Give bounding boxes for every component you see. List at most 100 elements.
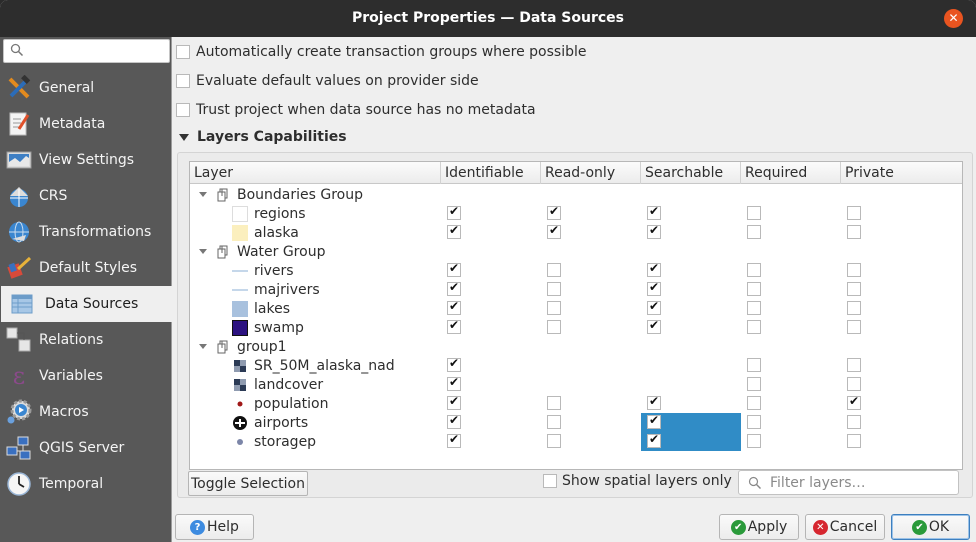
table-row[interactable]: storagep	[190, 431, 962, 451]
table-row[interactable]: rivers	[190, 261, 962, 280]
required-checkbox[interactable]	[747, 320, 761, 334]
readonly-checkbox[interactable]	[547, 415, 561, 429]
table-row[interactable]: airports	[190, 413, 962, 433]
table-row[interactable]: alaska	[190, 223, 962, 242]
column-header-identifiable[interactable]: Identifiable	[441, 162, 541, 184]
readonly-checkbox[interactable]	[547, 396, 561, 410]
sidebar-item-default-styles[interactable]: Default Styles	[2, 250, 171, 286]
checkbox[interactable]	[176, 45, 190, 59]
collapse-triangle-icon[interactable]	[179, 133, 189, 141]
table-row[interactable]: SR_50M_alaska_nad	[190, 356, 962, 375]
required-checkbox[interactable]	[747, 282, 761, 296]
column-header-searchable[interactable]: Searchable	[641, 162, 741, 184]
private-checkbox[interactable]	[847, 225, 861, 239]
column-header-required[interactable]: Required	[741, 162, 841, 184]
sidebar-item-general[interactable]: General	[2, 70, 171, 106]
ok-button[interactable]: ✔ OK	[891, 514, 970, 540]
private-checkbox[interactable]	[847, 358, 861, 372]
private-checkbox[interactable]	[847, 320, 861, 334]
identifiable-checkbox[interactable]	[447, 413, 461, 429]
column-header-read-only[interactable]: Read-only	[541, 162, 641, 184]
table-row[interactable]: population	[190, 394, 962, 413]
table-row[interactable]: landcover	[190, 375, 962, 394]
option-evaluate-defaults[interactable]: Evaluate default values on provider side	[176, 73, 479, 89]
readonly-checkbox[interactable]	[547, 434, 561, 448]
close-button[interactable]: ✕	[944, 9, 963, 28]
searchable-checkbox[interactable]	[647, 299, 661, 315]
identifiable-checkbox[interactable]	[447, 318, 461, 334]
expand-arrow-icon[interactable]	[199, 344, 207, 349]
readonly-checkbox[interactable]	[547, 204, 561, 220]
identifiable-checkbox[interactable]	[447, 280, 461, 296]
searchable-checkbox[interactable]	[647, 223, 661, 239]
identifiable-checkbox[interactable]	[447, 432, 461, 448]
apply-button[interactable]: ✔ Apply	[719, 514, 799, 540]
searchable-checkbox[interactable]	[647, 318, 661, 334]
identifiable-checkbox[interactable]	[447, 261, 461, 277]
private-checkbox[interactable]	[847, 301, 861, 315]
private-checkbox[interactable]	[847, 434, 861, 448]
searchable-checkbox[interactable]	[647, 432, 661, 448]
searchable-checkbox[interactable]	[647, 413, 661, 429]
private-checkbox[interactable]	[847, 394, 861, 410]
sidebar-item-data-sources[interactable]: Data Sources	[1, 286, 172, 322]
sidebar-item-relations[interactable]: Relations	[2, 322, 171, 358]
required-checkbox[interactable]	[747, 358, 761, 372]
table-row[interactable]: regions	[190, 204, 962, 223]
private-checkbox[interactable]	[847, 206, 861, 220]
sidebar-item-transformations[interactable]: Transformations	[2, 214, 171, 250]
readonly-checkbox[interactable]	[547, 282, 561, 296]
column-header-private[interactable]: Private	[841, 162, 962, 184]
required-checkbox[interactable]	[747, 377, 761, 391]
toggle-selection-button[interactable]: Toggle Selection	[188, 471, 308, 496]
searchable-checkbox[interactable]	[647, 280, 661, 296]
show-spatial-only-option[interactable]: Show spatial layers only	[543, 473, 732, 489]
cancel-button[interactable]: ✕ Cancel	[805, 514, 885, 540]
required-checkbox[interactable]	[747, 263, 761, 277]
sidebar-item-qgis-server[interactable]: QGIS Server	[2, 430, 171, 466]
sidebar-item-crs[interactable]: CRS	[2, 178, 171, 214]
checkbox[interactable]	[543, 474, 557, 488]
readonly-checkbox[interactable]	[547, 320, 561, 334]
sidebar-search-input[interactable]	[3, 39, 170, 63]
table-row[interactable]: lakes	[190, 299, 962, 318]
option-transaction-groups[interactable]: Automatically create transaction groups …	[176, 44, 587, 60]
searchable-checkbox[interactable]	[647, 204, 661, 220]
column-header-layer[interactable]: Layer	[190, 162, 441, 184]
readonly-checkbox[interactable]	[547, 223, 561, 239]
table-group-row[interactable]: Water Group	[190, 242, 962, 261]
identifiable-checkbox[interactable]	[447, 204, 461, 220]
sidebar-item-view-settings[interactable]: View Settings	[2, 142, 171, 178]
table-group-row[interactable]: group1	[190, 337, 962, 356]
table-row[interactable]: swamp	[190, 318, 962, 337]
checkbox[interactable]	[176, 103, 190, 117]
layers-capabilities-header[interactable]: Layers Capabilities	[179, 129, 347, 145]
checkbox[interactable]	[176, 74, 190, 88]
private-checkbox[interactable]	[847, 415, 861, 429]
identifiable-checkbox[interactable]	[447, 356, 461, 372]
required-checkbox[interactable]	[747, 434, 761, 448]
table-group-row[interactable]: Boundaries Group	[190, 185, 962, 204]
sidebar-item-variables[interactable]: ε Variables	[2, 358, 171, 394]
expand-arrow-icon[interactable]	[199, 192, 207, 197]
searchable-checkbox[interactable]	[647, 261, 661, 277]
private-checkbox[interactable]	[847, 282, 861, 296]
expand-arrow-icon[interactable]	[199, 249, 207, 254]
filter-layers-input[interactable]: Filter layers…	[738, 470, 959, 495]
required-checkbox[interactable]	[747, 206, 761, 220]
required-checkbox[interactable]	[747, 415, 761, 429]
identifiable-checkbox[interactable]	[447, 394, 461, 410]
identifiable-checkbox[interactable]	[447, 375, 461, 391]
readonly-checkbox[interactable]	[547, 301, 561, 315]
private-checkbox[interactable]	[847, 263, 861, 277]
help-button[interactable]: ? Help	[175, 514, 254, 540]
private-checkbox[interactable]	[847, 377, 861, 391]
searchable-checkbox[interactable]	[647, 394, 661, 410]
sidebar-item-metadata[interactable]: Metadata	[2, 106, 171, 142]
required-checkbox[interactable]	[747, 225, 761, 239]
option-trust-project[interactable]: Trust project when data source has no me…	[176, 102, 536, 118]
required-checkbox[interactable]	[747, 301, 761, 315]
table-row[interactable]: majrivers	[190, 280, 962, 299]
readonly-checkbox[interactable]	[547, 263, 561, 277]
sidebar-item-macros[interactable]: Macros	[2, 394, 171, 430]
